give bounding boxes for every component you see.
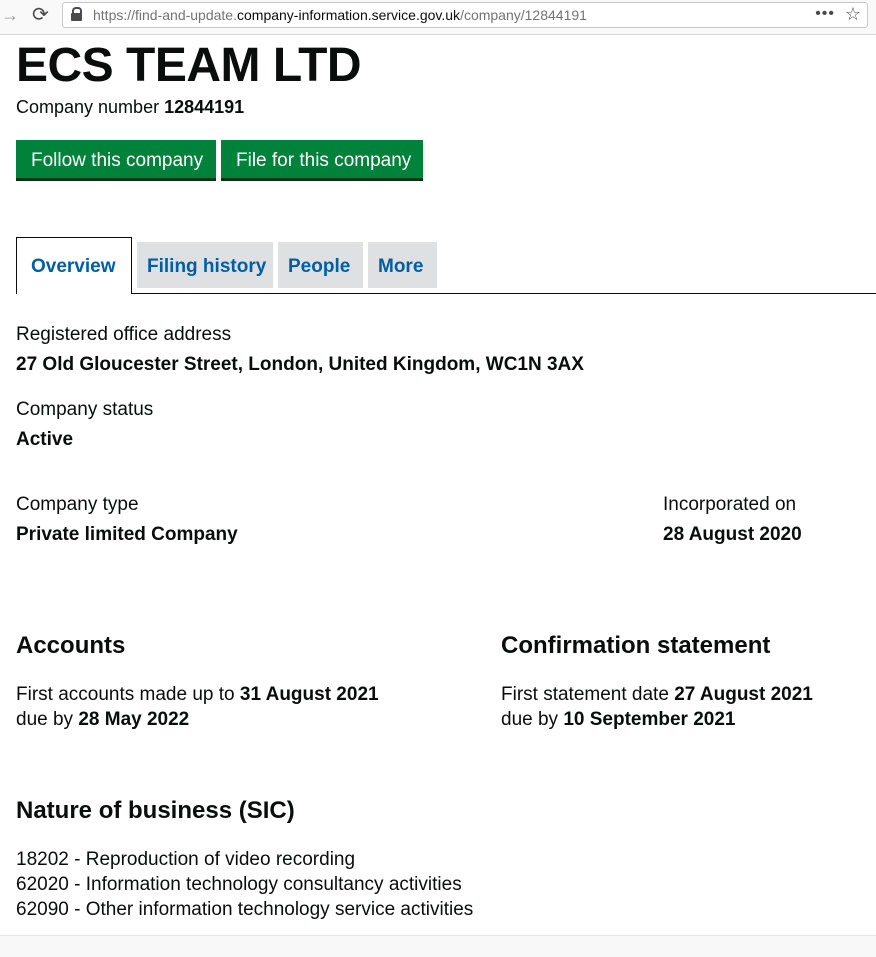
url-prefix: https://find-and-update.	[93, 7, 237, 23]
company-status-value: Active	[16, 429, 74, 450]
footer-band	[0, 935, 876, 957]
accounts-first-date: 31 August 2021	[239, 684, 379, 705]
company-number: Company number 12844191	[16, 97, 244, 118]
tabs-divider	[16, 293, 876, 294]
page-actions-icon[interactable]: •••	[815, 5, 835, 23]
accounts-first-prefix: First accounts made up to	[16, 684, 235, 705]
sic-item: 62020 - Information technology consultan…	[16, 874, 462, 895]
accounts-due-date: 28 May 2022	[78, 709, 190, 730]
reload-icon[interactable]: ⟳	[32, 5, 49, 25]
browser-toolbar: → ⟳ https://find-and-update.company-info…	[0, 0, 876, 35]
accounts-due-line: due by 28 May 2022	[16, 709, 189, 731]
back-arrow-icon[interactable]: →	[1, 5, 19, 25]
company-number-value: 12844191	[164, 97, 245, 117]
confirmation-due-line: due by 10 September 2021	[501, 709, 736, 731]
company-type-value: Private limited Company	[16, 524, 238, 545]
sic-item: 62090 - Other information technology ser…	[16, 899, 474, 920]
tab-overview[interactable]: Overview	[16, 237, 132, 294]
url-path: /company/12844191	[460, 7, 587, 23]
tab-people[interactable]: People	[278, 242, 363, 288]
confirmation-heading: Confirmation statement	[501, 632, 771, 659]
sic-item: 18202 - Reproduction of video recording	[16, 849, 356, 870]
url-text[interactable]: https://find-and-update.company-informat…	[93, 7, 587, 23]
bookmark-star-icon[interactable]: ☆	[845, 4, 861, 25]
confirmation-first-date: 27 August 2021	[674, 684, 813, 705]
registered-address-label: Registered office address	[16, 324, 232, 345]
tab-filing-history[interactable]: Filing history	[137, 242, 273, 288]
confirmation-first-line: First statement date 27 August 2021	[501, 684, 813, 706]
company-status-label: Company status	[16, 399, 154, 420]
confirmation-due-prefix: due by	[501, 709, 559, 730]
sic-heading: Nature of business (SIC)	[16, 797, 295, 824]
confirmation-first-prefix: First statement date	[501, 684, 669, 705]
incorporated-label: Incorporated on	[663, 494, 797, 515]
lock-icon	[71, 7, 82, 21]
file-for-company-button[interactable]: File for this company	[221, 140, 423, 178]
company-type-label: Company type	[16, 494, 139, 515]
tab-more[interactable]: More	[368, 242, 437, 288]
follow-company-button[interactable]: Follow this company	[16, 140, 216, 178]
company-number-label: Company number	[16, 97, 160, 117]
accounts-heading: Accounts	[16, 632, 126, 659]
incorporated-value: 28 August 2020	[663, 524, 802, 545]
page-title: ECS TEAM LTD	[16, 39, 362, 92]
confirmation-due-date: 10 September 2021	[563, 709, 736, 730]
url-host: company-information.service.gov.uk	[237, 7, 461, 23]
accounts-due-prefix: due by	[16, 709, 74, 730]
accounts-first-line: First accounts made up to 31 August 2021	[16, 684, 379, 706]
registered-address-value: 27 Old Gloucester Street, London, United…	[16, 354, 584, 375]
address-bar[interactable]: https://find-and-update.company-informat…	[62, 2, 868, 28]
